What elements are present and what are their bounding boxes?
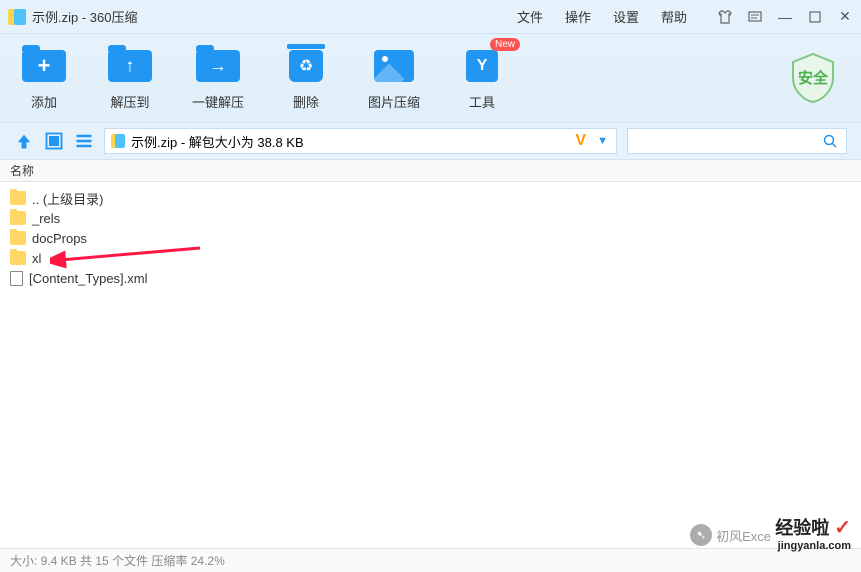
watermark-url: jingyanla.com [775,540,851,552]
file-name: [Content_Types].xml [29,271,148,286]
extract-to-label: 解压到 [110,92,149,111]
img-compress-label: 图片压缩 [368,92,420,111]
feedback-icon[interactable] [747,9,763,25]
column-name: 名称 [10,162,34,179]
file-name: _rels [32,211,60,226]
one-click-extract-button[interactable]: 一键解压 [192,46,244,111]
delete-label: 删除 [293,92,319,111]
list-item-xl[interactable]: xl [0,248,861,268]
folder-icon [10,191,26,205]
watermark-wechat: ➷ 初风Exce [690,524,771,546]
new-badge: New [490,38,520,51]
status-bar: 大小: 9.4 KB 共 15 个文件 压缩率 24.2% [0,548,861,572]
add-label: 添加 [31,92,57,111]
menu-operate[interactable]: 操作 [565,7,591,26]
folder-icon [10,231,26,245]
file-name: xl [32,251,41,266]
menu-help[interactable]: 帮助 [661,7,687,26]
folder-right-icon [196,50,240,82]
list-item-docprops[interactable]: docProps [0,228,861,248]
column-header[interactable]: 名称 [0,160,861,182]
window-title: 示例.zip - 360压缩 [32,7,137,26]
view-list-icon[interactable] [74,131,94,151]
safety-badge: 安全 [785,50,841,106]
list-item-rels[interactable]: _rels [0,208,861,228]
delete-button[interactable]: 删除 [282,46,330,111]
cube-icon [466,50,498,82]
search-input[interactable] [627,128,847,154]
title-bar: 示例.zip - 360压缩 文件 操作 设置 帮助 — ✕ [0,0,861,34]
nav-up-icon[interactable] [14,131,34,151]
trash-icon [289,50,323,82]
address-bar[interactable]: 示例.zip - 解包大小为 38.8 KB V ▼ [104,128,617,154]
watermark-text: 初风Exce [716,526,771,545]
watermark-site: 经验啦 ✓ jingyanla.com [775,514,851,552]
archive-icon [111,133,125,149]
app-icon [8,7,26,27]
view-details-icon[interactable] [44,131,64,151]
status-text: 大小: 9.4 KB 共 15 个文件 压缩率 24.2% [10,552,225,569]
add-button[interactable]: 添加 [20,46,68,111]
svg-text:安全: 安全 [798,69,829,87]
folder-icon [10,251,26,265]
folder-plus-icon [22,50,66,82]
checkmark-icon: V [575,132,586,150]
nav-bar: 示例.zip - 解包大小为 38.8 KB V ▼ [0,122,861,160]
search-icon [822,133,838,149]
minimize-icon[interactable]: — [777,9,793,25]
close-icon[interactable]: ✕ [837,9,853,25]
file-name: docProps [32,231,87,246]
address-text: 示例.zip - 解包大小为 38.8 KB [131,132,304,151]
image-icon [374,50,414,82]
menu-file[interactable]: 文件 [517,7,543,26]
wechat-icon: ➷ [690,524,712,546]
extract-to-button[interactable]: 解压到 [106,46,154,111]
list-item-content-types[interactable]: [Content_Types].xml [0,268,861,288]
menu-bar: 文件 操作 设置 帮助 [517,7,687,26]
maximize-icon[interactable] [807,9,823,25]
main-toolbar: 添加 解压到 一键解压 删除 图片压缩 New 工具 安全 [0,34,861,122]
tools-label: 工具 [469,92,495,111]
one-click-label: 一键解压 [192,92,244,111]
folder-up-icon [108,50,152,82]
watermark-title: 经验啦 [775,518,829,538]
dropdown-icon[interactable]: ▼ [597,135,608,147]
file-list: .. (上级目录) _rels docProps xl [Content_Typ… [0,182,861,294]
skin-icon[interactable] [717,9,733,25]
tools-button[interactable]: New 工具 [458,46,506,111]
folder-icon [10,211,26,225]
file-name: .. (上级目录) [32,189,104,208]
list-item-parent[interactable]: .. (上级目录) [0,188,861,208]
image-compress-button[interactable]: 图片压缩 [368,46,420,111]
check-icon: ✓ [834,517,851,539]
menu-settings[interactable]: 设置 [613,7,639,26]
file-icon [10,271,23,286]
